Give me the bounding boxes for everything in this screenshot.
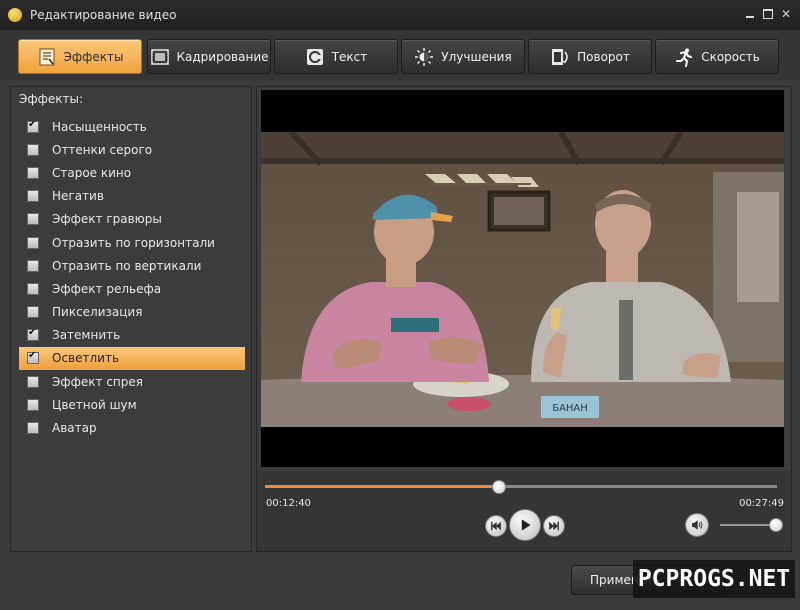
effect-label: Отразить по вертикали — [52, 258, 202, 273]
effect-item[interactable]: Эффект рельефа — [19, 277, 245, 300]
speed-icon — [676, 48, 693, 67]
effect-item[interactable]: Насыщенность — [19, 115, 245, 138]
title-bar: Редактирование видео ✕ — [0, 0, 800, 31]
effect-item[interactable]: Эффект гравюры — [19, 208, 245, 231]
effect-item[interactable]: Негатив — [19, 185, 245, 208]
effect-label: Затемнить — [52, 328, 121, 343]
tab-crop[interactable]: Кадрирование — [147, 39, 271, 74]
brightness-icon — [415, 47, 434, 66]
effect-label: Насыщенность — [52, 119, 147, 134]
effect-label: Оттенки серого — [52, 142, 153, 157]
tab-label: Кадрирование — [176, 49, 269, 64]
tab-rotate[interactable]: Поворот — [528, 39, 652, 74]
video-preview[interactable]: БАНАН — [261, 90, 784, 467]
current-time: 00:12:40 — [266, 498, 311, 509]
effect-label: Пикселизация — [52, 305, 143, 320]
effect-checkbox[interactable] — [27, 398, 39, 411]
preview-panel: БАНАН 00:12:40 00:27:49 — [256, 86, 792, 552]
effect-label: Эффект гравюры — [52, 212, 162, 227]
play-icon — [521, 519, 531, 531]
close-button[interactable]: ✕ — [778, 7, 794, 21]
effects-panel: Эффекты: Насыщенность Оттенки серого Старо… — [10, 86, 252, 552]
effect-checkbox[interactable] — [27, 350, 39, 365]
effect-item[interactable]: Осветлить — [19, 346, 245, 371]
seek-progress — [265, 485, 498, 488]
scene-sign: БАНАН — [552, 403, 588, 414]
effect-item[interactable]: Старое кино — [19, 161, 245, 184]
volume-button[interactable] — [685, 513, 709, 537]
effect-checkbox[interactable] — [27, 375, 39, 388]
tab-label: Скорость — [701, 49, 760, 64]
tab-speed[interactable]: Скорость — [655, 39, 779, 74]
tab-enhancements[interactable]: Улучшения — [401, 39, 525, 74]
tab-label: Текст — [331, 49, 368, 64]
rotate-icon — [552, 48, 568, 65]
text-icon — [306, 48, 323, 65]
playback-controls: 00:12:40 00:27:49 — [257, 471, 791, 551]
skip-forward-icon — [549, 521, 559, 531]
video-scene: БАНАН — [261, 132, 784, 427]
app-icon — [8, 8, 22, 22]
effect-checkbox[interactable] — [27, 327, 39, 342]
video-frame-image: БАНАН — [261, 132, 784, 427]
effects-icon — [39, 48, 54, 65]
effect-item[interactable]: Аватар — [19, 416, 245, 439]
effect-checkbox[interactable] — [27, 213, 39, 226]
volume-handle[interactable] — [769, 518, 783, 532]
next-button[interactable] — [543, 515, 565, 537]
effect-label: Эффект спрея — [52, 374, 143, 389]
watermark: PCPROGS.NET — [633, 560, 795, 598]
effect-checkbox[interactable] — [27, 236, 39, 249]
effect-item[interactable]: Пикселизация — [19, 301, 245, 324]
effect-label: Осветлить — [52, 351, 120, 366]
effect-label: Аватар — [52, 421, 97, 436]
effect-checkbox[interactable] — [27, 190, 39, 203]
effect-checkbox[interactable] — [27, 422, 39, 435]
effect-item[interactable]: Цветной шум — [19, 393, 245, 416]
tab-effects[interactable]: Эффекты — [18, 39, 142, 74]
window-title: Редактирование видео — [30, 8, 177, 22]
effects-list: Насыщенность Оттенки серого Старое кино Нег… — [19, 115, 245, 440]
effect-label: Отразить по горизонтали — [52, 235, 215, 250]
previous-button[interactable] — [485, 515, 507, 537]
effect-item[interactable]: Затемнить — [19, 324, 245, 347]
effect-label: Негатив — [52, 189, 104, 204]
effect-item[interactable]: Оттенки серого — [19, 138, 245, 161]
effect-checkbox[interactable] — [27, 119, 39, 133]
crop-icon — [150, 48, 169, 65]
effects-panel-title: Эффекты: — [19, 92, 84, 106]
effect-item[interactable]: Эффект спрея — [19, 370, 245, 393]
effect-label: Эффект рельефа — [52, 281, 162, 296]
tab-text[interactable]: Текст — [274, 39, 398, 74]
tab-label: Поворот — [577, 49, 630, 64]
seek-bar[interactable] — [265, 480, 777, 494]
total-time: 00:27:49 — [739, 498, 784, 509]
minimize-button[interactable] — [742, 7, 758, 21]
play-button[interactable] — [509, 509, 541, 541]
effect-checkbox[interactable] — [27, 282, 39, 295]
speaker-icon — [692, 520, 703, 530]
effect-checkbox[interactable] — [27, 143, 39, 156]
effect-checkbox[interactable] — [27, 259, 39, 272]
seek-handle[interactable] — [491, 480, 506, 494]
effect-label: Цветной шум — [52, 397, 137, 412]
effect-label: Старое кино — [52, 165, 132, 180]
maximize-button[interactable] — [760, 7, 776, 21]
effect-checkbox[interactable] — [27, 166, 39, 179]
effect-item[interactable]: Отразить по вертикали — [19, 254, 245, 277]
tab-label: Эффекты — [63, 49, 124, 64]
effect-item[interactable]: Отразить по горизонтали — [19, 231, 245, 254]
tab-bar: Эффекты Кадрирование Текст Улучшения Пов… — [0, 30, 800, 80]
effect-checkbox[interactable] — [27, 306, 39, 319]
skip-back-icon — [491, 521, 501, 531]
tab-label: Улучшения — [441, 49, 512, 64]
